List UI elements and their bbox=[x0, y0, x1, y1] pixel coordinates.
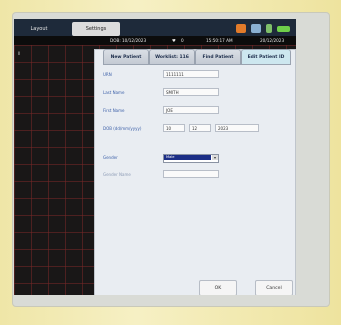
lead-label: II bbox=[18, 51, 21, 56]
tab-new-patient[interactable]: New Patient bbox=[103, 49, 149, 65]
date-display: 20/12/2023 bbox=[260, 38, 285, 43]
urn-field[interactable]: 1111111 bbox=[163, 70, 219, 78]
heart-rate-value: 0 bbox=[181, 38, 184, 43]
urn-label: URN bbox=[103, 72, 112, 77]
device-screen: Layout Settings DOB: 10/12/2023 ♥ 0 15:5… bbox=[14, 19, 296, 295]
settings-tab[interactable]: Settings bbox=[72, 22, 120, 36]
dob-field-label: DOB (dd/mm/yyyy) bbox=[103, 126, 142, 131]
home-icon[interactable] bbox=[236, 24, 246, 33]
gender-name-field[interactable] bbox=[163, 170, 219, 178]
battery-icon bbox=[277, 25, 290, 32]
user-icon[interactable] bbox=[251, 24, 261, 33]
tab-find-patient[interactable]: Find Patient bbox=[195, 49, 241, 65]
system-icons bbox=[236, 22, 290, 35]
cancel-button[interactable]: Cancel bbox=[255, 280, 293, 295]
first-name-field[interactable]: JOE bbox=[163, 106, 219, 114]
first-name-label: First Name bbox=[103, 108, 125, 113]
signal-icon bbox=[266, 24, 272, 33]
last-name-field[interactable]: SMITH bbox=[163, 88, 219, 96]
layout-tab[interactable]: Layout bbox=[20, 22, 58, 36]
chevron-down-icon[interactable]: ▾ bbox=[212, 155, 218, 160]
time-display: 15:50:17 AM bbox=[206, 38, 233, 43]
dob-value: 10/12/2023 bbox=[122, 38, 147, 43]
ok-button[interactable]: OK bbox=[199, 280, 237, 295]
tab-worklist[interactable]: Worklist: 116 bbox=[149, 49, 195, 65]
status-bar: DOB: 10/12/2023 ♥ 0 15:50:17 AM 20/12/20… bbox=[14, 36, 296, 45]
patient-panel: New Patient Worklist: 116 Find Patient E… bbox=[94, 49, 296, 295]
gender-selected-value: Male bbox=[164, 155, 211, 160]
last-name-label: Last Name bbox=[103, 90, 125, 95]
gender-name-label: Gender Name bbox=[103, 172, 131, 177]
tab-edit-patient-id[interactable]: Edit Patient ID bbox=[241, 49, 291, 65]
dob-label: DOB: bbox=[110, 38, 121, 43]
gender-label: Gender bbox=[103, 155, 118, 160]
dob-year-field[interactable]: 2023 bbox=[215, 124, 259, 132]
dob-day-field[interactable]: 10 bbox=[163, 124, 185, 132]
dob-month-field[interactable]: 12 bbox=[189, 124, 211, 132]
heart-icon: ♥ bbox=[172, 38, 176, 43]
gender-select[interactable]: Male ▾ bbox=[163, 154, 219, 163]
